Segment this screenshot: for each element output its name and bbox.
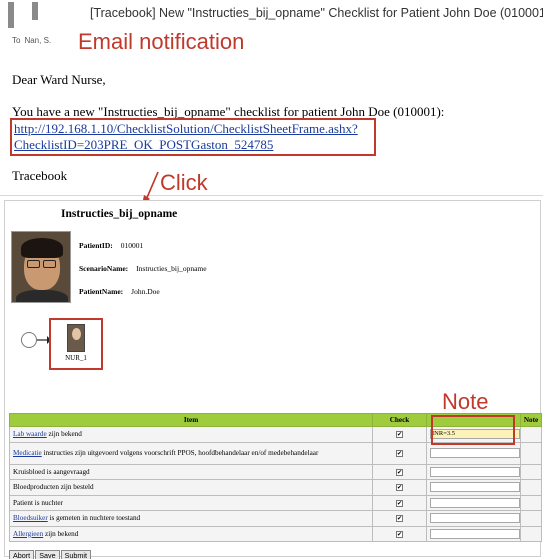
submit-button[interactable]: Submit (60, 550, 91, 559)
checklist-item-link[interactable]: Allergieen (13, 530, 43, 538)
note-extra-cell (520, 510, 542, 527)
note-cell (426, 441, 521, 465)
checklist-item-text: zijn bekend (43, 529, 79, 538)
note-input[interactable] (430, 497, 520, 508)
checklist-item-cell: Kruisbloed is aangevraagd (9, 463, 373, 480)
check-cell: ✔ (372, 494, 427, 511)
check-cell: ✔ (372, 441, 427, 465)
email-panel: [Tracebook] New "Instructies_bij_opname"… (0, 0, 543, 196)
item-checkbox[interactable]: ✔ (396, 515, 403, 523)
email-signature: Tracebook (12, 168, 68, 183)
check-cell: ✔ (372, 479, 427, 496)
checklist-link-line-1[interactable]: http://192.168.1.10/ChecklistSolution/Ch… (14, 121, 358, 137)
table-header-row: Item Check Note (9, 413, 542, 427)
checklist-item-cell: Bloedsuiker is gemeten in nuchtere toest… (9, 510, 373, 527)
note-cell (426, 494, 521, 511)
note-input[interactable]: INR=3.5 (430, 429, 520, 440)
checklist-item-link[interactable]: Lab waarde (13, 430, 47, 438)
note-input[interactable] (430, 528, 520, 539)
note-cell (426, 525, 521, 542)
note-extra-cell (520, 494, 542, 511)
note-input[interactable] (430, 448, 520, 458)
note-cell (426, 463, 521, 480)
note-cell: INR=3.5 (426, 426, 521, 443)
footer-buttons: Abort Save Submit (9, 545, 92, 559)
checklist-item-text: Bloedproducten zijn besteld (13, 483, 94, 492)
email-recipient: To Nan, S. (12, 36, 51, 45)
to-name: Nan, S. (24, 36, 52, 45)
scenario-name-label: ScenarioName: (79, 264, 129, 273)
flow-node-label: NUR_1 (65, 354, 87, 362)
item-checkbox[interactable]: ✔ (396, 431, 403, 439)
note-input[interactable] (430, 513, 520, 524)
checklist-item-text: zijn bekend (46, 430, 82, 439)
check-cell: ✔ (372, 463, 427, 480)
patient-name-row: PatientName: John.Doe (79, 287, 160, 296)
note-input[interactable] (430, 482, 520, 493)
checklist-item-link[interactable]: Bloedsuiker (13, 514, 48, 522)
check-cell: ✔ (372, 510, 427, 527)
note-extra-cell (520, 463, 542, 480)
checklist-item-text: Kruisbloed is aangevraagd (13, 467, 90, 476)
item-checkbox[interactable]: ✔ (396, 450, 403, 457)
table-row: Bloedproducten zijn besteld ✔ (9, 479, 542, 496)
table-row: Bloedsuiker is gemeten in nuchtere toest… (9, 510, 542, 527)
col-header-note: Note (520, 413, 542, 427)
note-annotation: Note (442, 389, 489, 414)
checklist-item-cell: Allergieen zijn bekend (9, 525, 373, 542)
note-cell (426, 479, 521, 496)
table-row: Patient is nuchter ✔ (9, 494, 542, 511)
check-cell: ✔ (372, 525, 427, 542)
nurse-avatar-icon (67, 324, 85, 352)
table-row: Medicatie instructies zijn uitgevoerd vo… (9, 441, 542, 465)
checklist-item-cell: Bloedproducten zijn besteld (9, 479, 373, 496)
item-checkbox[interactable]: ✔ (396, 468, 403, 476)
item-checkbox[interactable]: ✔ (396, 484, 403, 492)
checklist-item-text: instructies zijn uitgevoerd volgens voor… (41, 449, 319, 457)
checklist-item-cell: Patient is nuchter (9, 494, 373, 511)
checklist-link-line-2[interactable]: ChecklistID=203PRE_OK_POSTGaston_524785 (14, 137, 273, 153)
scenario-name-row: ScenarioName: Instructies_bij_opname (79, 264, 207, 273)
note-extra-cell (520, 525, 542, 542)
patient-id-label: PatientID: (79, 241, 113, 250)
note-extra-cell (520, 426, 542, 443)
checklist-item-text: Patient is nuchter (13, 498, 63, 507)
table-row: Lab waarde zijn bekend ✔ INR=3.5 (9, 426, 542, 443)
email-header: [Tracebook] New "Instructies_bij_opname"… (0, 0, 543, 28)
note-extra-cell (520, 441, 542, 465)
col-header-item: Item (9, 413, 373, 427)
scenario-name-value: Instructies_bij_opname (136, 264, 207, 273)
col-header-note-input (426, 413, 521, 427)
check-cell: ✔ (372, 426, 427, 443)
to-label: To (12, 36, 21, 45)
checklist-item-text: is gemeten in nuchtere toestand (47, 514, 141, 523)
patient-name-value: John.Doe (131, 287, 160, 296)
abort-button[interactable]: Abort (9, 550, 35, 559)
patient-photo (11, 231, 71, 303)
note-extra-cell (520, 479, 542, 496)
save-button[interactable]: Save (35, 550, 60, 559)
patient-id-row: PatientID: 010001 (79, 241, 143, 250)
note-input[interactable] (430, 466, 520, 477)
table-row: Allergieen zijn bekend ✔ (9, 525, 542, 542)
col-header-check: Check (372, 413, 427, 427)
item-checkbox[interactable]: ✔ (396, 499, 403, 507)
flow-start-circle (21, 332, 37, 348)
email-notification-annotation: Email notification (78, 29, 245, 54)
patient-name-label: PatientName: (79, 287, 124, 296)
table-row: Kruisbloed is aangevraagd ✔ (9, 463, 542, 480)
item-checkbox[interactable]: ✔ (396, 530, 403, 538)
checklist-table: Item Check Note Lab waarde zijn bekend ✔ I… (9, 413, 542, 542)
checklist-item-cell: Lab waarde zijn bekend (9, 426, 373, 443)
note-cell (426, 510, 521, 527)
email-greeting: Dear Ward Nurse, (12, 72, 106, 87)
click-annotation: Click (160, 170, 208, 195)
mail-envelope-icon (8, 2, 42, 28)
checklist-title: Instructies_bij_opname (61, 208, 178, 220)
flow-node-nur1[interactable]: NUR_1 (49, 318, 103, 370)
checklist-item-cell: Medicatie instructies zijn uitgevoerd vo… (9, 441, 373, 465)
patient-id-value: 010001 (120, 241, 144, 250)
email-subject: [Tracebook] New "Instructies_bij_opname"… (90, 6, 543, 20)
checklist-item-link[interactable]: Medicatie (13, 449, 42, 457)
